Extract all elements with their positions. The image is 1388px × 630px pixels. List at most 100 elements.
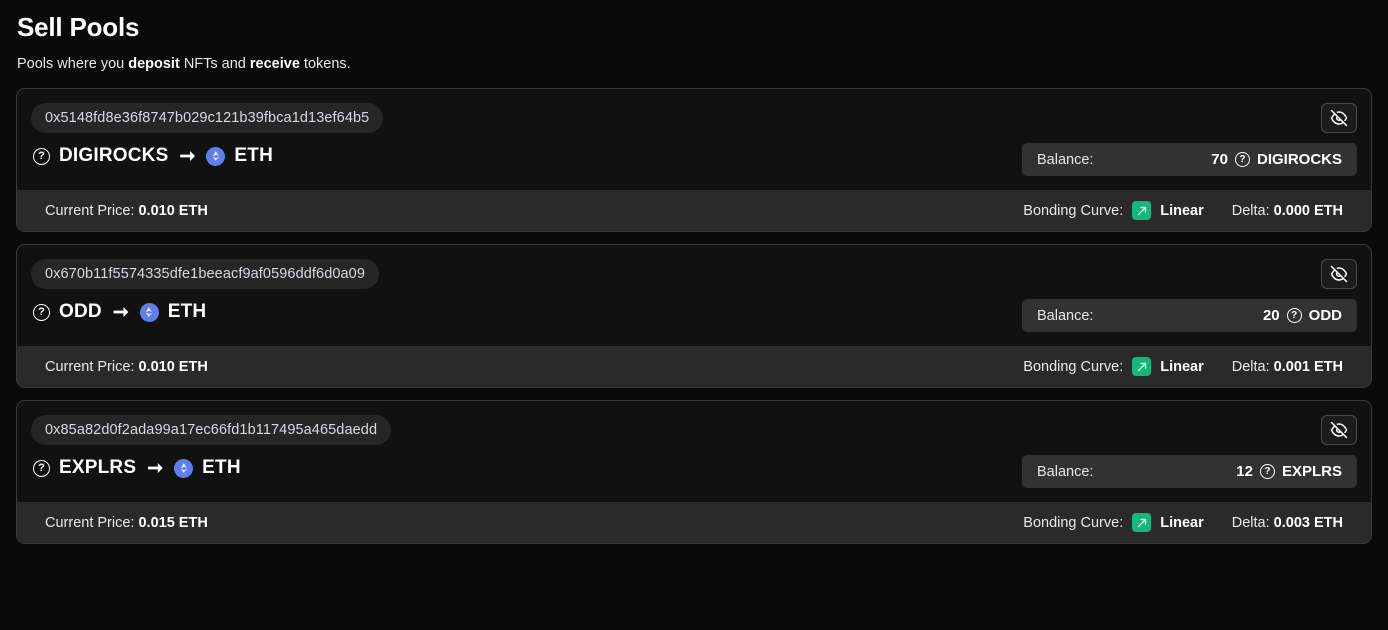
pool-card-digirocks[interactable]: 0x5148fd8e36f8747b029c121b39fbca1d13ef64… (16, 88, 1372, 232)
bonding-curve: Bonding Curve: Linear (1023, 357, 1204, 376)
pool-address[interactable]: 0x85a82d0f2ada99a17ec66fd1b117495a465dae… (31, 415, 392, 445)
pool-card-explrs[interactable]: 0x85a82d0f2ada99a17ec66fd1b117495a465dae… (16, 400, 1372, 544)
current-price-label: Current Price: (45, 358, 139, 375)
delta-label: Delta: (1231, 514, 1274, 531)
pool-quote-symbol: ETH (167, 301, 207, 322)
subtitle-lead: Pools where you (17, 56, 129, 72)
balance-label: Balance: (1037, 463, 1094, 480)
bonding-curve-value: Linear (1160, 202, 1204, 219)
question-circle-icon: ? (33, 459, 50, 477)
pool-balance: Balance: 20 ? ODD (1022, 299, 1357, 332)
pool-card-top: 0x5148fd8e36f8747b029c121b39fbca1d13ef64… (31, 103, 1357, 176)
arrow-right-icon: ➞ (112, 301, 129, 323)
current-price-value: 0.015 ETH (138, 514, 208, 531)
balance-label: Balance: (1037, 307, 1094, 324)
bonding-curve-label: Bonding Curve: (1023, 358, 1124, 375)
balance-amount: 20 (1262, 307, 1280, 324)
subtitle-mid: NFTs and (179, 56, 250, 72)
pool-pair: ? ODD ➞ ETH (31, 301, 379, 323)
pool-price-strip: Current Price: 0.015 ETH Bonding Curve: … (17, 502, 1371, 543)
trending-up-icon (1132, 357, 1152, 376)
subtitle-deposit: deposit (128, 56, 180, 72)
balance-amount: 12 (1236, 463, 1253, 480)
curve-group: Bonding Curve: Linear Delta: 0.001 ETH (1023, 357, 1343, 376)
curve-group: Bonding Curve: Linear Delta: 0.003 ETH (1023, 513, 1343, 532)
pool-card-left: 0x85a82d0f2ada99a17ec66fd1b117495a465dae… (31, 415, 392, 483)
bonding-curve-value: Linear (1160, 514, 1204, 531)
pool-balance: Balance: 12 ? EXPLRS (1022, 455, 1357, 488)
page-subtitle: Pools where you deposit NFTs and receive… (16, 54, 1372, 74)
page-title: Sell Pools (17, 12, 140, 42)
question-circle-icon: ? (33, 147, 50, 165)
subtitle-tail: tokens. (299, 56, 351, 72)
pool-list: 0x5148fd8e36f8747b029c121b39fbca1d13ef64… (16, 88, 1372, 544)
bonding-curve-label: Bonding Curve: (1023, 202, 1124, 219)
bonding-curve-value: Linear (1160, 358, 1204, 375)
pool-price-strip: Current Price: 0.010 ETH Bonding Curve: … (17, 346, 1371, 387)
eye-off-icon (1330, 421, 1348, 439)
delta: Delta: 0.000 ETH (1232, 203, 1343, 219)
pool-pair: ? DIGIROCKS ➞ ETH (31, 145, 383, 167)
balance-symbol: ODD (1308, 307, 1342, 324)
delta-value: 0.001 ETH (1273, 358, 1343, 375)
balance-amount: 70 (1211, 151, 1228, 168)
pool-base-symbol: EXPLRS (59, 457, 137, 478)
sell-pools-page: Sell Pools Pools where you deposit NFTs … (0, 0, 1388, 630)
pool-card-top: 0x85a82d0f2ada99a17ec66fd1b117495a465dae… (31, 415, 1357, 488)
arrow-right-icon: ➞ (179, 145, 196, 167)
balance-label: Balance: (1037, 151, 1094, 168)
current-price: Current Price: 0.010 ETH (45, 203, 208, 219)
pool-card-right: Balance: 12 ? EXPLRS (1022, 415, 1357, 488)
question-circle-icon: ? (1234, 152, 1250, 167)
bonding-curve-label: Bonding Curve: (1023, 514, 1124, 531)
current-price-label: Current Price: (45, 514, 139, 531)
pool-price-strip: Current Price: 0.010 ETH Bonding Curve: … (17, 190, 1371, 231)
arrow-right-icon: ➞ (147, 457, 164, 479)
bonding-curve: Bonding Curve: Linear (1023, 201, 1204, 220)
eye-off-icon (1330, 265, 1348, 283)
eye-off-icon (1330, 109, 1348, 127)
pool-card-right: Balance: 20 ? ODD (1022, 259, 1357, 332)
balance-value: 20 ? ODD (1263, 307, 1342, 324)
pool-card-left: 0x670b11f5574335dfe1beeacf9af0596ddf6d0a… (31, 259, 380, 327)
ethereum-logo-icon (206, 146, 226, 166)
hide-pool-button[interactable] (1321, 415, 1357, 445)
question-circle-icon: ? (33, 303, 50, 321)
trending-up-icon (1132, 513, 1152, 532)
pool-card-odd[interactable]: 0x670b11f5574335dfe1beeacf9af0596ddf6d0a… (16, 244, 1372, 388)
balance-value: 70 ? DIGIROCKS (1211, 151, 1342, 168)
question-circle-icon: ? (1286, 308, 1302, 323)
delta-label: Delta: (1231, 202, 1274, 219)
ethereum-logo-icon (139, 302, 159, 322)
ethereum-logo-icon (174, 458, 194, 478)
pool-address[interactable]: 0x5148fd8e36f8747b029c121b39fbca1d13ef64… (31, 103, 384, 133)
delta-label: Delta: (1231, 358, 1274, 375)
current-price: Current Price: 0.015 ETH (45, 515, 208, 531)
hide-pool-button[interactable] (1321, 259, 1357, 289)
delta: Delta: 0.003 ETH (1232, 515, 1343, 531)
pool-quote-symbol: ETH (234, 145, 274, 166)
delta: Delta: 0.001 ETH (1232, 359, 1343, 375)
pool-address[interactable]: 0x670b11f5574335dfe1beeacf9af0596ddf6d0a… (31, 259, 380, 289)
curve-group: Bonding Curve: Linear Delta: 0.000 ETH (1023, 201, 1343, 220)
delta-value: 0.000 ETH (1273, 202, 1343, 219)
pool-card-left: 0x5148fd8e36f8747b029c121b39fbca1d13ef64… (31, 103, 384, 171)
balance-value: 12 ? EXPLRS (1236, 463, 1342, 480)
pool-quote-symbol: ETH (202, 457, 241, 478)
current-price-value: 0.010 ETH (138, 358, 208, 375)
delta-value: 0.003 ETH (1273, 514, 1343, 531)
current-price: Current Price: 0.010 ETH (45, 359, 208, 375)
pool-base-symbol: ODD (59, 301, 102, 322)
pool-base-symbol: DIGIROCKS (59, 145, 169, 166)
hide-pool-button[interactable] (1321, 103, 1357, 133)
balance-symbol: DIGIROCKS (1256, 151, 1342, 168)
pool-pair: ? EXPLRS ➞ ETH (31, 457, 391, 479)
pool-balance: Balance: 70 ? DIGIROCKS (1022, 143, 1357, 176)
trending-up-icon (1132, 201, 1152, 220)
current-price-label: Current Price: (45, 202, 139, 219)
pool-card-top: 0x670b11f5574335dfe1beeacf9af0596ddf6d0a… (31, 259, 1357, 332)
bonding-curve: Bonding Curve: Linear (1023, 513, 1204, 532)
current-price-value: 0.010 ETH (138, 202, 208, 219)
subtitle-receive: receive (249, 56, 300, 72)
question-circle-icon: ? (1259, 464, 1275, 479)
